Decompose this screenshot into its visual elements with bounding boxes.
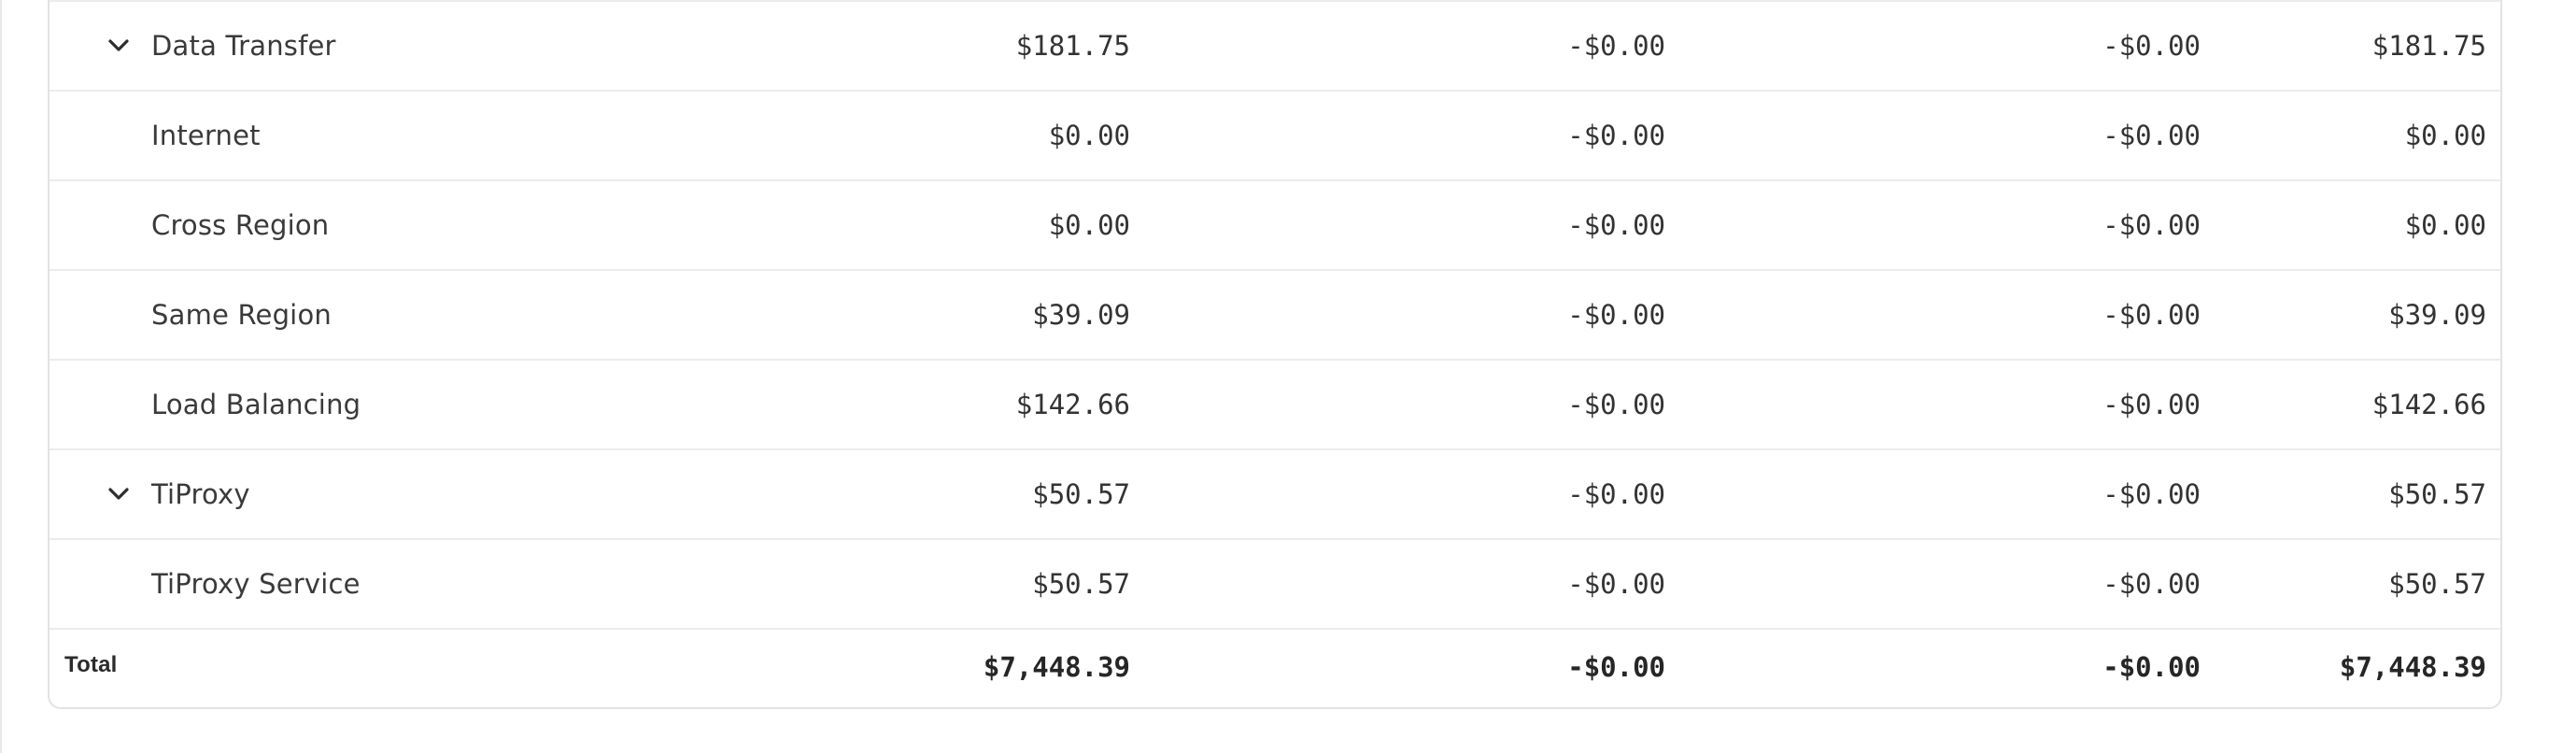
discount-cell: -$0.00 — [1567, 299, 1665, 331]
row-label: Load Balancing — [151, 389, 361, 420]
total-cell: $50.57 — [2388, 568, 2486, 600]
row-label: TiProxy — [151, 478, 250, 510]
table-row-same-region: Same Region $39.09 -$0.00 -$0.00 $39.09 — [50, 269, 2500, 359]
cost-cell: $50.57 — [1032, 478, 1130, 510]
total-cell: $0.00 — [2404, 120, 2486, 151]
table-total-row: Total $7,448.39 -$0.00 -$0.00 $7,448.39 — [50, 628, 2500, 707]
total-cell: $39.09 — [2388, 299, 2486, 331]
cost-cell: $0.00 — [1048, 209, 1130, 241]
cost-cell: $0.00 — [1048, 120, 1130, 151]
credit-cell: -$0.00 — [2102, 30, 2201, 62]
table-row-tiproxy[interactable]: TiProxy $50.57 -$0.00 -$0.00 $50.57 — [50, 448, 2500, 538]
total-cell: $181.75 — [2371, 30, 2486, 62]
total-cell: $142.66 — [2371, 389, 2486, 420]
discount-cell: -$0.00 — [1567, 389, 1665, 420]
cost-cell: $50.57 — [1032, 568, 1130, 600]
table-row-tiproxy-service: TiProxy Service $50.57 -$0.00 -$0.00 $50… — [50, 538, 2500, 628]
credit-cell: -$0.00 — [2102, 389, 2201, 420]
cost-cell: $181.75 — [1015, 30, 1130, 62]
credit-cell: -$0.00 — [2102, 478, 2201, 510]
credit-cell: -$0.00 — [2102, 209, 2201, 241]
row-label: Internet — [151, 120, 261, 151]
discount-cell: -$0.00 — [1567, 30, 1665, 62]
discount-cell: -$0.00 — [1567, 120, 1665, 151]
cost-breakdown-table: Data Transfer $181.75 -$0.00 -$0.00 $181… — [48, 0, 2502, 709]
cost-cell: $142.66 — [1015, 389, 1130, 420]
credit-cell: -$0.00 — [2102, 299, 2201, 331]
row-label: TiProxy Service — [151, 568, 361, 600]
table-row-load-balancing: Load Balancing $142.66 -$0.00 -$0.00 $14… — [50, 359, 2500, 448]
total-cost-cell: $7,448.39 — [983, 651, 1130, 683]
chevron-down-icon[interactable] — [106, 484, 132, 504]
credit-cell: -$0.00 — [2102, 120, 2201, 151]
total-discount-cell: -$0.00 — [1567, 651, 1665, 683]
chevron-down-icon[interactable] — [106, 36, 132, 56]
credit-cell: -$0.00 — [2102, 568, 2201, 600]
row-label: Same Region — [151, 299, 332, 331]
row-label: Cross Region — [151, 209, 330, 241]
discount-cell: -$0.00 — [1567, 209, 1665, 241]
table-row-cross-region: Cross Region $0.00 -$0.00 -$0.00 $0.00 — [50, 179, 2500, 269]
discount-cell: -$0.00 — [1567, 478, 1665, 510]
total-cell: $0.00 — [2404, 209, 2486, 241]
table-row-data-transfer[interactable]: Data Transfer $181.75 -$0.00 -$0.00 $181… — [50, 0, 2500, 90]
billing-page: Data Transfer $181.75 -$0.00 -$0.00 $181… — [0, 0, 2576, 753]
row-label: Data Transfer — [151, 30, 336, 62]
page-left-border — [0, 0, 2, 753]
total-label: Total — [64, 652, 118, 677]
discount-cell: -$0.00 — [1567, 568, 1665, 600]
table-row-internet: Internet $0.00 -$0.00 -$0.00 $0.00 — [50, 90, 2500, 179]
grand-total-cell: $7,448.39 — [2339, 651, 2486, 683]
total-credit-cell: -$0.00 — [2102, 651, 2201, 683]
cost-cell: $39.09 — [1032, 299, 1130, 331]
total-cell: $50.57 — [2388, 478, 2486, 510]
